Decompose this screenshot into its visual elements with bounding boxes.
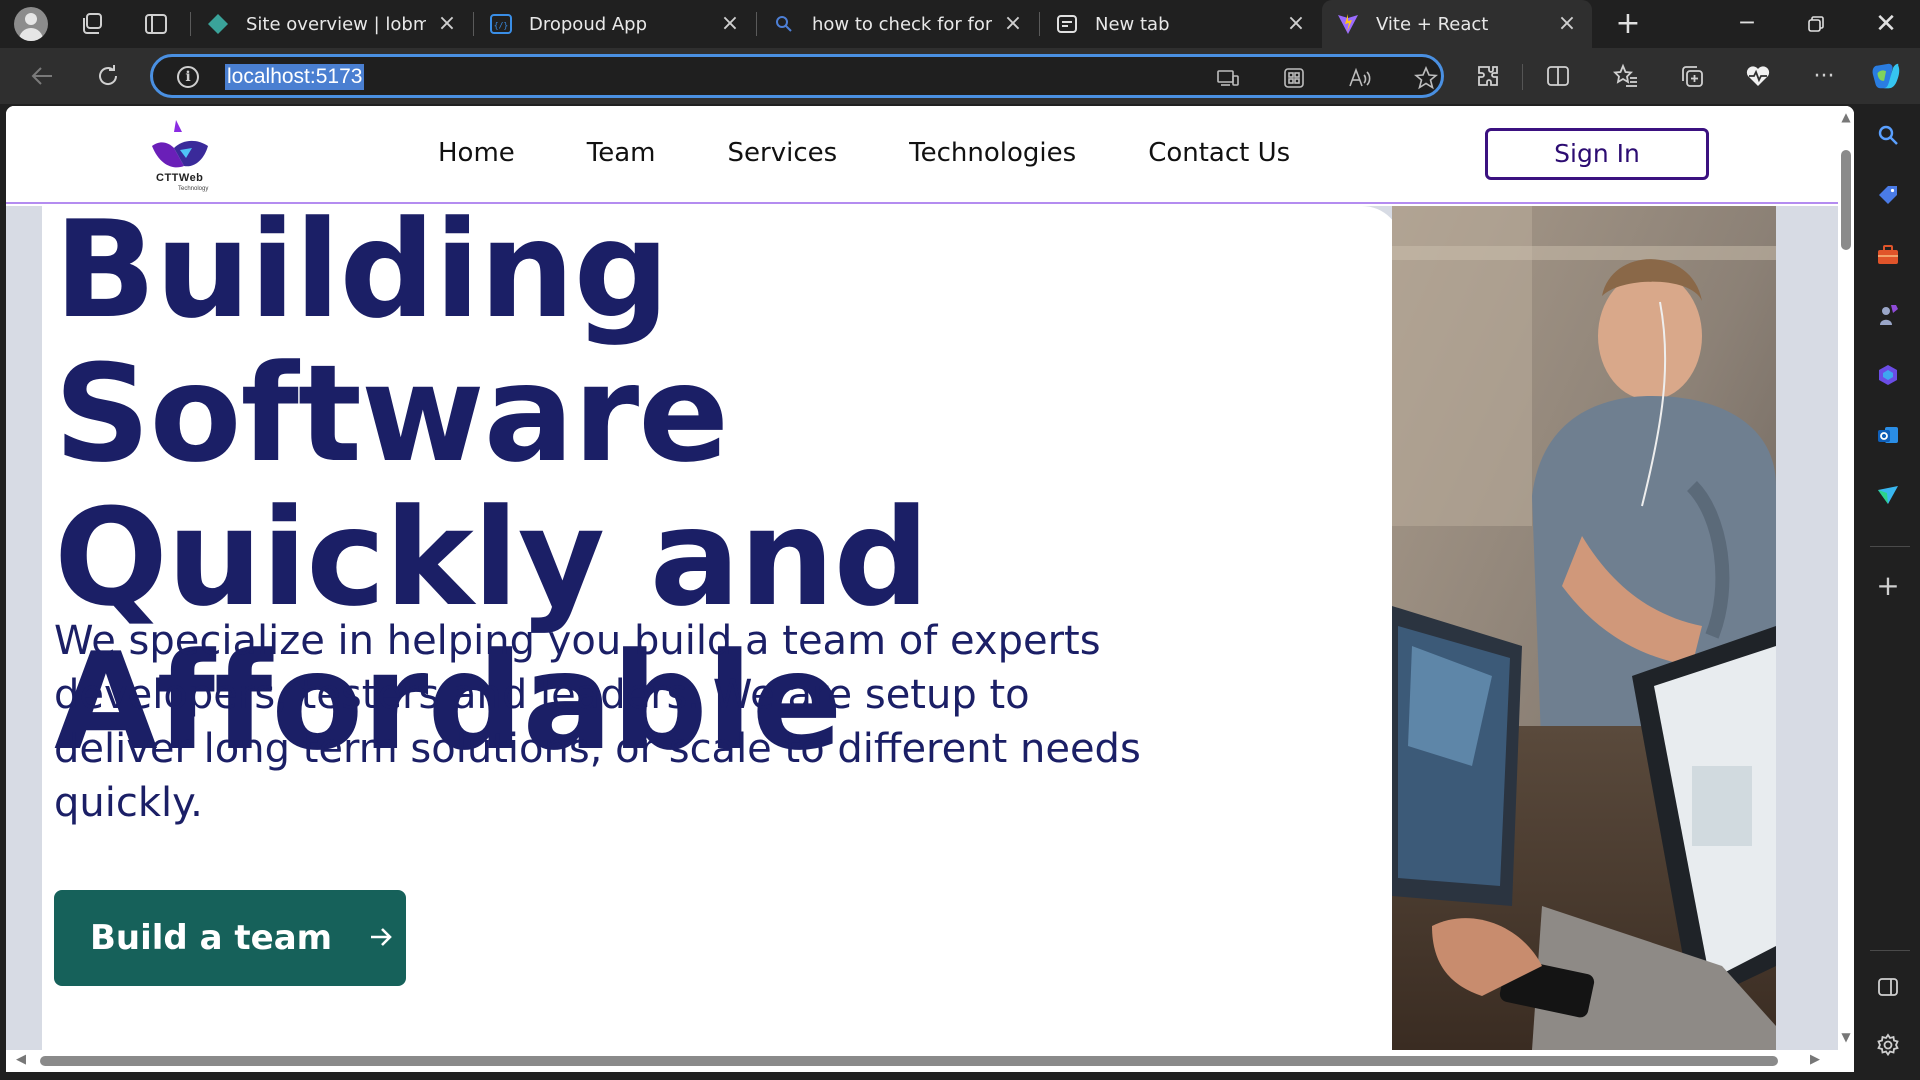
back-button[interactable] — [26, 60, 58, 92]
tab-search-forked[interactable]: how to check for forked × — [758, 0, 1038, 48]
vite-icon — [1336, 12, 1360, 36]
split-screen-icon[interactable] — [1542, 60, 1574, 92]
logo-wordmark: CTTWeb — [156, 172, 204, 184]
nav-link-services[interactable]: Services — [728, 138, 838, 168]
read-aloud-icon[interactable] — [1347, 65, 1373, 91]
hero-title-line: Quickly and — [54, 480, 929, 636]
site-info-icon[interactable]: i — [177, 66, 199, 88]
tab-new-tab[interactable]: New tab × — [1041, 0, 1321, 48]
vertical-scrollbar[interactable]: ▲ ▼ — [1838, 106, 1854, 1050]
workspaces-icon[interactable] — [78, 10, 106, 38]
page-viewport: Building Software Quickly and Affordable… — [6, 106, 1854, 1072]
games-icon[interactable] — [1875, 302, 1901, 328]
site-navbar: CTTWeb Technology Home Team Services Tec… — [6, 106, 1838, 204]
hero-description-line: deliver long term solutions, or scale to… — [54, 726, 1141, 772]
svg-text:{/}: {/} — [494, 21, 508, 30]
copilot-sidebar-icon[interactable] — [1875, 362, 1901, 388]
collections-icon[interactable] — [1676, 60, 1708, 92]
tab-strip: Site overview | lobmeka × {/} Dropoud Ap… — [0, 0, 1920, 48]
build-team-label: Build a team — [90, 918, 333, 958]
new-tab-icon — [1055, 12, 1079, 36]
new-tab-button[interactable]: + — [1612, 8, 1644, 40]
close-icon[interactable]: × — [1285, 13, 1307, 35]
nav-link-team[interactable]: Team — [587, 138, 656, 168]
build-team-button[interactable]: Build a team — [54, 890, 406, 986]
profile-avatar[interactable] — [14, 7, 48, 41]
close-icon[interactable]: × — [1556, 13, 1578, 35]
copilot-icon[interactable] — [1870, 60, 1902, 92]
logo-subtext: Technology — [178, 186, 209, 192]
tab-title: Vite + React — [1376, 13, 1489, 35]
address-bar[interactable]: i localhost:5173 — [150, 54, 1444, 98]
extensions-icon[interactable] — [1472, 60, 1504, 92]
horizontal-scroll-thumb[interactable] — [40, 1056, 1778, 1066]
nav-links: Home Team Services Technologies Contact … — [438, 138, 1362, 168]
vscode-dev-icon: {/} — [489, 12, 513, 36]
tab-title: Site overview | lobmeka — [246, 13, 426, 35]
shopping-tag-icon[interactable] — [1875, 182, 1901, 208]
device-icon[interactable] — [1215, 65, 1241, 91]
arrow-right-icon — [368, 921, 394, 956]
tab-actions-icon[interactable] — [142, 10, 170, 38]
tools-briefcase-icon[interactable] — [1875, 242, 1901, 268]
hero-description: We specialize in helping you build a tea… — [54, 614, 1174, 830]
search-icon[interactable] — [1875, 122, 1901, 148]
search-icon — [772, 12, 796, 36]
scroll-down-icon[interactable]: ▼ — [1840, 1030, 1852, 1044]
favorite-star-icon[interactable] — [1413, 65, 1439, 91]
send-drop-icon[interactable] — [1875, 482, 1901, 508]
sign-in-button[interactable]: Sign In — [1485, 128, 1709, 180]
settings-gear-icon[interactable] — [1875, 1032, 1901, 1058]
close-icon[interactable]: × — [436, 13, 458, 35]
add-sidebar-app-icon[interactable]: + — [1875, 569, 1901, 602]
tab-dropoud-app[interactable]: {/} Dropoud App × — [475, 0, 755, 48]
scroll-right-icon[interactable]: ▶ — [1810, 1052, 1820, 1067]
refresh-button[interactable] — [92, 60, 124, 92]
tab-vite-react[interactable]: Vite + React × — [1322, 0, 1592, 48]
scroll-up-icon[interactable]: ▲ — [1840, 110, 1852, 124]
outlook-icon[interactable] — [1875, 422, 1901, 448]
close-icon[interactable]: × — [1002, 13, 1024, 35]
scroll-left-icon[interactable]: ◀ — [16, 1052, 26, 1067]
more-menu-icon[interactable]: ··· — [1808, 60, 1840, 92]
edge-sidebar: + — [1854, 104, 1920, 1080]
tab-title: Dropoud App — [529, 13, 648, 35]
restore-button[interactable] — [1800, 8, 1832, 40]
url-text[interactable]: localhost:5173 — [225, 64, 365, 90]
hide-sidebar-icon[interactable] — [1875, 974, 1901, 1000]
tab-site-overview[interactable]: Site overview | lobmeka × — [192, 0, 472, 48]
tab-title: New tab — [1095, 13, 1170, 35]
hero-photo — [1392, 206, 1776, 1050]
nav-link-home[interactable]: Home — [438, 138, 515, 168]
hero-description-line: We specialize in helping you build a tea… — [54, 618, 1101, 664]
nav-link-contact[interactable]: Contact Us — [1148, 138, 1290, 168]
netlify-icon — [206, 12, 230, 36]
hero-description-line: quickly. — [54, 780, 203, 826]
close-icon[interactable]: × — [719, 13, 741, 35]
browser-essentials-icon[interactable] — [1742, 60, 1774, 92]
minimize-button[interactable]: ─ — [1731, 8, 1763, 40]
hero-title-line: Building Software — [54, 192, 729, 492]
hero-description-line: developers, testers and leaders. We are … — [54, 672, 1030, 718]
tab-title: how to check for forked — [812, 13, 992, 35]
favorites-icon[interactable] — [1610, 60, 1642, 92]
close-window-button[interactable]: ✕ — [1870, 8, 1902, 40]
horizontal-scrollbar[interactable]: ◀ ▶ — [6, 1050, 1854, 1072]
browser-toolbar: i localhost:5173 ··· — [0, 48, 1920, 104]
apps-icon[interactable] — [1281, 65, 1307, 91]
nav-link-technologies[interactable]: Technologies — [909, 138, 1076, 168]
vertical-scroll-thumb[interactable] — [1841, 150, 1851, 250]
